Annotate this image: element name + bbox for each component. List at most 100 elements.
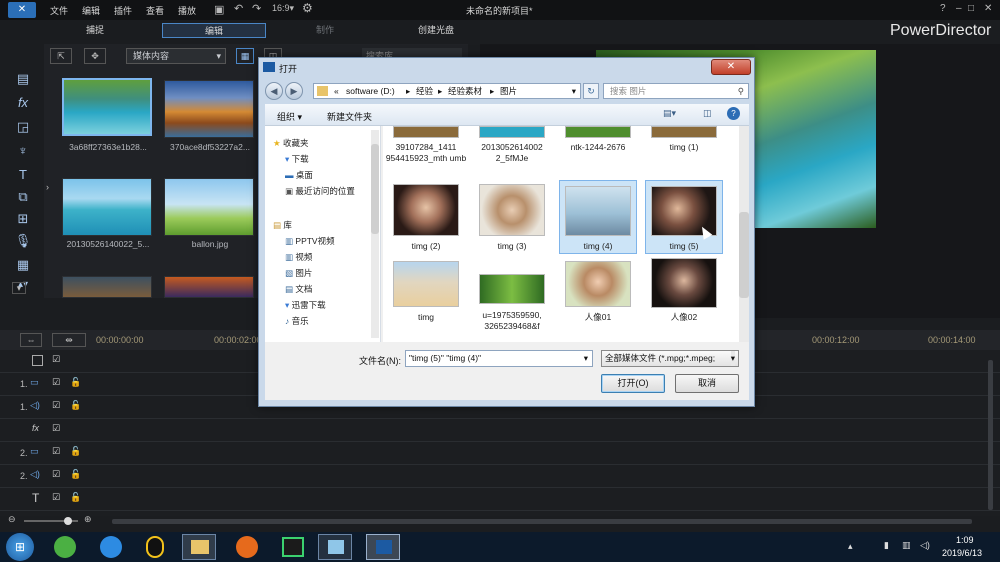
file-name[interactable]: u=1975359590, 3265239468&f bbox=[469, 310, 555, 332]
tab-produce[interactable]: 制作 bbox=[290, 23, 360, 38]
pip-room-icon[interactable]: ◲ bbox=[14, 118, 32, 136]
file-thumbnail[interactable] bbox=[479, 184, 545, 236]
zoom-out-icon[interactable]: ⊖ bbox=[8, 514, 16, 525]
file-thumbnail[interactable] bbox=[565, 261, 631, 307]
chevron-down-icon[interactable]: ▾ bbox=[584, 351, 588, 366]
nav-item-libraries[interactable]: ▤ 库 bbox=[273, 218, 292, 232]
nav-item-pptv[interactable]: ▥ PPTV视频 bbox=[285, 234, 335, 248]
track-enable-checkbox[interactable]: ☑ bbox=[52, 446, 60, 457]
file-thumbnail[interactable] bbox=[651, 126, 717, 138]
track-enable-checkbox[interactable]: ☑ bbox=[52, 354, 60, 365]
menu-view[interactable]: 查看 bbox=[146, 4, 164, 17]
aspect-ratio-icon[interactable]: 16:9▾ bbox=[272, 3, 294, 14]
cancel-button[interactable]: 取消 bbox=[675, 374, 739, 393]
library-thumbnail[interactable] bbox=[164, 178, 254, 236]
help-button[interactable]: ? bbox=[940, 3, 946, 14]
file-explorer-icon[interactable] bbox=[182, 534, 216, 560]
title-room-icon[interactable]: T bbox=[14, 166, 32, 184]
lock-icon[interactable]: 🔓 bbox=[70, 492, 81, 503]
audio-mixing-icon[interactable]: ⊞ bbox=[14, 210, 32, 228]
expand-panel-chevron-icon[interactable]: › bbox=[46, 182, 54, 196]
settings-gear-icon[interactable]: ⚙ bbox=[302, 1, 313, 15]
nav-item-pictures[interactable]: ▧ 图片 bbox=[285, 266, 312, 280]
menu-plugins[interactable]: 插件 bbox=[114, 4, 132, 17]
breadcrumb-drive[interactable]: software (D:) bbox=[346, 84, 395, 98]
filename-input[interactable]: "timg (5)" "timg (4)" ▾ bbox=[405, 350, 593, 367]
tab-edit[interactable]: 编辑 bbox=[162, 23, 266, 38]
track-select-checkbox[interactable] bbox=[32, 355, 43, 366]
file-name[interactable]: 人像02 bbox=[641, 312, 727, 323]
track-enable-checkbox[interactable]: ☑ bbox=[52, 423, 60, 434]
media-room-icon[interactable]: ▤ bbox=[14, 70, 32, 88]
library-thumbnail[interactable] bbox=[62, 276, 152, 298]
library-thumbnail[interactable] bbox=[62, 78, 152, 136]
file-name[interactable]: timg bbox=[383, 312, 469, 323]
file-name[interactable]: ntk-1244-2676 bbox=[555, 142, 641, 153]
storyboard-view-icon[interactable]: ⇹ bbox=[52, 333, 86, 347]
organize-menu[interactable]: 组织 ▾ bbox=[277, 110, 302, 123]
breadcrumb-current[interactable]: 图片 bbox=[500, 84, 517, 98]
tray-arrow-icon[interactable]: ▴ bbox=[848, 541, 853, 552]
tab-create-disc[interactable]: 创建光盘 bbox=[396, 23, 476, 38]
volume-icon[interactable]: ◁) bbox=[920, 540, 930, 551]
track-enable-checkbox[interactable]: ☑ bbox=[52, 469, 60, 480]
menu-edit[interactable]: 编辑 bbox=[82, 4, 100, 17]
nav-item-favorites[interactable]: ★ 收藏夹 bbox=[273, 136, 309, 150]
zoom-handle[interactable] bbox=[64, 517, 72, 525]
breadcrumb-folder[interactable]: 经验 bbox=[416, 84, 433, 98]
menu-play[interactable]: 播放 bbox=[178, 4, 196, 17]
qq-icon[interactable] bbox=[146, 536, 164, 558]
address-bar[interactable]: « software (D:) ▸ 经验 ▸ 经验素材 ▸ 图片 ▾ bbox=[313, 83, 581, 99]
save-icon[interactable]: ▣ bbox=[214, 3, 224, 16]
file-thumbnail[interactable] bbox=[393, 126, 459, 138]
nav-item-music[interactable]: ♪ 音乐 bbox=[285, 314, 309, 328]
voice-over-icon[interactable]: 🎙 bbox=[14, 232, 32, 250]
powerdirector-taskbar-icon[interactable] bbox=[366, 534, 400, 560]
nav-item-recent[interactable]: ▣ 最近访问的位置 bbox=[285, 184, 355, 198]
lock-icon[interactable]: 🔓 bbox=[70, 469, 81, 480]
network-icon[interactable]: ▥ bbox=[902, 540, 911, 551]
redo-icon[interactable]: ↷ bbox=[252, 2, 261, 15]
library-thumbnail[interactable] bbox=[62, 178, 152, 236]
file-name[interactable]: timg (3) bbox=[469, 241, 555, 252]
vertical-scrollbar[interactable] bbox=[988, 360, 993, 510]
nav-item-documents[interactable]: ▤ 文档 bbox=[285, 282, 312, 296]
firefox-icon[interactable] bbox=[236, 536, 258, 558]
forward-button[interactable]: ▶ bbox=[285, 82, 303, 100]
preview-pane-icon[interactable]: ◫ bbox=[703, 108, 712, 119]
nav-item-videos[interactable]: ▥ 视频 bbox=[285, 250, 312, 264]
file-name[interactable]: timg (1) bbox=[641, 142, 727, 153]
file-name[interactable]: timg (5) bbox=[641, 241, 727, 252]
breadcrumb-overflow[interactable]: « bbox=[334, 84, 339, 98]
zoom-in-icon[interactable]: ⊕ bbox=[84, 514, 92, 525]
lock-icon[interactable]: 🔓 bbox=[70, 446, 81, 457]
plugin-icon[interactable]: ✥ bbox=[84, 48, 106, 64]
zoom-slider[interactable]: ⊖ ⊕ bbox=[8, 514, 98, 526]
file-thumbnail[interactable] bbox=[479, 126, 545, 138]
back-button[interactable]: ◀ bbox=[265, 82, 283, 100]
file-thumbnail[interactable] bbox=[393, 261, 459, 307]
file-name[interactable]: timg (2) bbox=[383, 241, 469, 252]
file-thumbnail[interactable] bbox=[479, 274, 545, 304]
view-mode-icon[interactable]: ▦ bbox=[236, 48, 254, 64]
minimize-button[interactable]: – bbox=[956, 3, 962, 14]
ie-browser-icon[interactable] bbox=[100, 536, 122, 558]
nav-item-downloads[interactable]: ▾ 下载 bbox=[285, 152, 309, 166]
battery-icon[interactable]: ▮ bbox=[884, 540, 889, 551]
library-thumbnail[interactable] bbox=[164, 80, 254, 138]
filetype-select[interactable]: 全部媒体文件 (*.mpg;*.mpeg; ▾ bbox=[601, 350, 739, 367]
lock-icon[interactable]: 🔓 bbox=[70, 377, 81, 388]
nav-scrollbar[interactable] bbox=[371, 130, 379, 338]
transition-room-icon[interactable]: ⧉ bbox=[14, 188, 32, 206]
undo-icon[interactable]: ↶ bbox=[234, 2, 243, 15]
breadcrumb-folder[interactable]: 经验素材 bbox=[448, 84, 482, 98]
library-thumbnail[interactable] bbox=[164, 276, 254, 298]
view-options-icon[interactable]: ▤▾ bbox=[663, 108, 676, 119]
file-thumbnail[interactable] bbox=[651, 258, 717, 308]
dialog-close-button[interactable]: ✕ bbox=[711, 59, 751, 75]
track-enable-checkbox[interactable]: ☑ bbox=[52, 492, 60, 503]
track-enable-checkbox[interactable]: ☑ bbox=[52, 377, 60, 388]
open-button[interactable]: 打开(O) bbox=[601, 374, 665, 393]
import-icon[interactable]: ⇱ bbox=[50, 48, 72, 64]
help-icon[interactable]: ? bbox=[727, 107, 740, 120]
